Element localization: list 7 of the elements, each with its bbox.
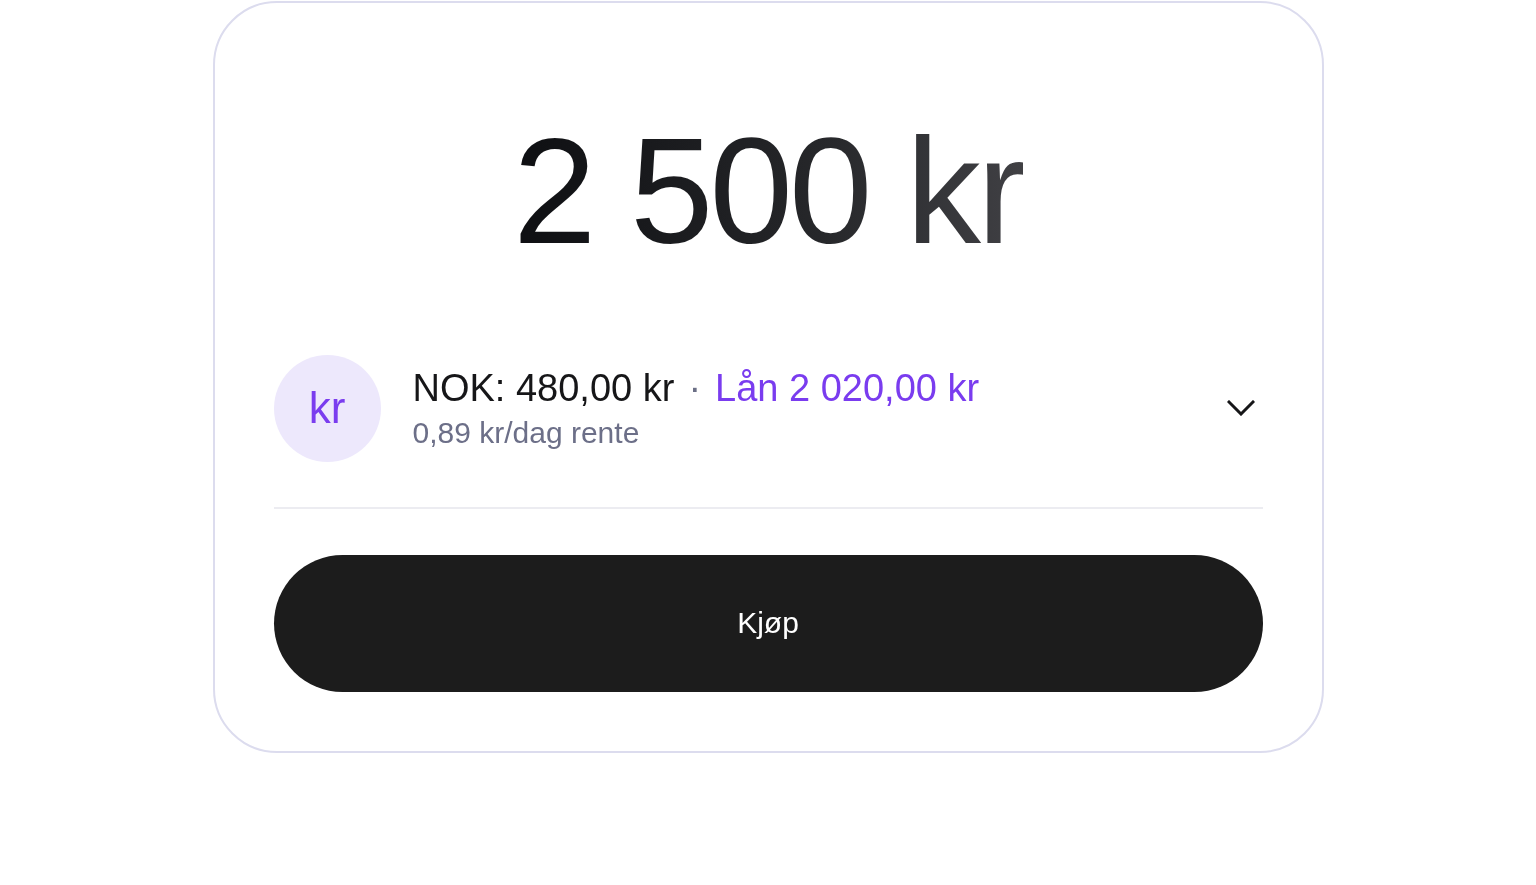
interest-text: 0,89 kr/dag rente <box>412 415 640 450</box>
separator-text: · <box>688 366 702 410</box>
loan-text: Lån 2 020,00 kr <box>715 366 980 410</box>
currency-avatar: kr <box>273 354 381 462</box>
balance-text: NOK: 480,00 kr <box>412 366 675 410</box>
buy-button[interactable]: Kjøp <box>273 554 1263 692</box>
chevron-down-icon[interactable] <box>1226 400 1255 417</box>
